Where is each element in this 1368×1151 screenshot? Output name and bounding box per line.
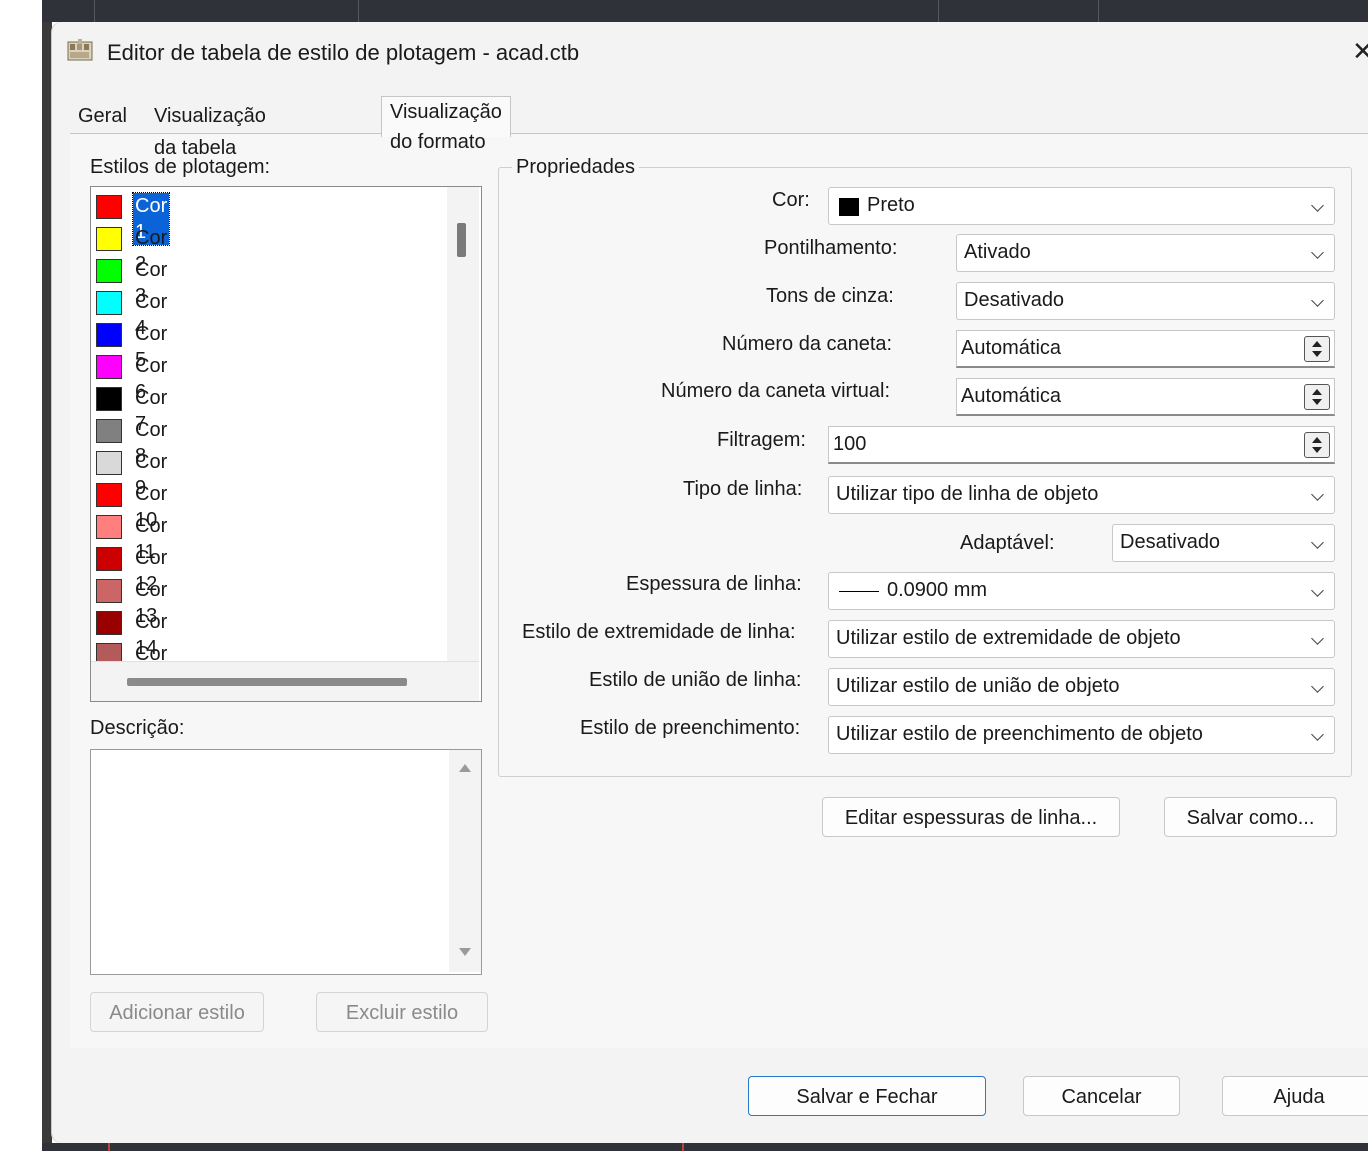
background-left (0, 0, 42, 1151)
description-scrollbar[interactable] (449, 750, 481, 972)
fill-style-value: Utilizar estilo de preenchimento de obje… (836, 723, 1203, 745)
add-style-button[interactable]: Adicionar estilo (90, 992, 264, 1032)
line-join-dropdown[interactable]: Utilizar estilo de união de objeto (828, 668, 1335, 706)
scroll-down-icon[interactable] (459, 948, 471, 956)
linetype-label: Tipo de linha: (683, 478, 803, 500)
background-bottom (42, 1143, 1368, 1151)
color-swatch (96, 579, 122, 603)
fill-style-label: Estilo de preenchimento: (580, 717, 801, 739)
color-swatch (96, 323, 122, 347)
color-swatch (96, 259, 122, 283)
horizontal-scrollbar[interactable] (91, 661, 479, 701)
color-swatch (96, 515, 122, 539)
color-swatch (96, 291, 122, 315)
lineweight-preview (839, 591, 879, 592)
pen-number-spinner[interactable]: Automática (956, 330, 1335, 368)
dithering-label: Pontilhamento: (764, 237, 898, 259)
linetype-value: Utilizar tipo de linha de objeto (836, 483, 1099, 505)
chevron-down-icon (1311, 294, 1324, 307)
delete-style-button[interactable]: Excluir estilo (316, 992, 488, 1032)
styles-label: Estilos de plotagem: (90, 156, 271, 178)
screening-value: 100 (833, 433, 867, 455)
vertical-scroll-thumb[interactable] (457, 223, 466, 257)
close-icon[interactable]: ✕ (1352, 36, 1368, 67)
lineweight-value: 0.0900 mm (887, 579, 988, 601)
chevron-down-icon (1311, 584, 1324, 597)
save-as-button[interactable]: Salvar como... (1164, 797, 1337, 837)
help-button[interactable]: Ajuda (1222, 1076, 1368, 1116)
screening-label: Filtragem: (717, 429, 806, 451)
background-top (42, 0, 1368, 22)
spinner-updown-icon[interactable] (1304, 336, 1330, 362)
color-swatch (96, 195, 122, 219)
line-end-label: Estilo de extremidade de linha: (522, 621, 796, 643)
pen-number-label: Número da caneta: (722, 333, 893, 355)
chevron-down-icon (1311, 728, 1324, 741)
tab-visualizacao-tabela[interactable]: Visualização da tabela (146, 100, 274, 159)
titlebar: Editor de tabela de estilo de plotagem -… (52, 22, 1368, 84)
color-value: Preto (867, 194, 915, 216)
description-label: Descrição: (90, 717, 185, 739)
chevron-down-icon (1311, 536, 1324, 549)
virtual-pen-value: Automática (961, 385, 1062, 407)
spinner-updown-icon[interactable] (1304, 384, 1330, 410)
line-end-value: Utilizar estilo de extremidade de objeto (836, 627, 1181, 649)
adaptive-dropdown[interactable]: Desativado (1112, 524, 1335, 562)
spinner-updown-icon[interactable] (1304, 432, 1330, 458)
line-end-dropdown[interactable]: Utilizar estilo de extremidade de objeto (828, 620, 1335, 658)
edit-lineweights-button[interactable]: Editar espessuras de linha... (822, 797, 1120, 837)
fill-style-dropdown[interactable]: Utilizar estilo de preenchimento de obje… (828, 716, 1335, 754)
linetype-dropdown[interactable]: Utilizar tipo de linha de objeto (828, 476, 1335, 514)
color-swatch (96, 387, 122, 411)
line-join-label: Estilo de união de linha: (589, 669, 802, 691)
color-swatch (96, 611, 122, 635)
color-swatch (96, 419, 122, 443)
dithering-dropdown[interactable]: Ativado (956, 234, 1335, 272)
color-swatch (96, 483, 122, 507)
plot-style-editor-dialog: Editor de tabela de estilo de plotagem -… (52, 22, 1368, 1143)
adaptive-value: Desativado (1120, 531, 1221, 553)
chevron-down-icon (1311, 632, 1324, 645)
chevron-down-icon (1311, 246, 1324, 259)
color-swatch (96, 227, 122, 251)
tab-geral[interactable]: Geral (70, 100, 135, 132)
chevron-down-icon (1311, 680, 1324, 693)
pen-number-value: Automática (961, 337, 1062, 359)
tab-visualizacao-formato[interactable]: Visualização do formato (381, 96, 511, 153)
dithering-value: Ativado (964, 241, 1031, 263)
window-title: Editor de tabela de estilo de plotagem -… (107, 40, 580, 65)
chevron-down-icon (1311, 488, 1324, 501)
virtual-pen-spinner[interactable]: Automática (956, 378, 1335, 416)
description-textarea[interactable] (90, 749, 482, 975)
line-join-value: Utilizar estilo de união de objeto (836, 675, 1120, 697)
color-swatch (839, 198, 859, 216)
screening-spinner[interactable]: 100 (828, 426, 1335, 464)
color-label: Cor: (772, 189, 810, 211)
adaptive-label: Adaptável: (960, 532, 1055, 554)
virtual-pen-label: Número da caneta virtual: (661, 380, 891, 402)
background-strip (42, 0, 52, 1151)
vertical-scrollbar[interactable] (447, 187, 479, 661)
color-dropdown[interactable]: Preto (828, 187, 1335, 225)
properties-legend: Propriedades (512, 156, 639, 179)
plot-style-app-icon (67, 39, 93, 61)
plot-styles-list[interactable]: Cor 1 Cor 2 Cor 3 Cor 4 Cor 5 Cor 6 Cor 7 Cor 8… (90, 186, 482, 702)
scroll-up-icon[interactable] (459, 764, 471, 772)
cancel-button[interactable]: Cancelar (1023, 1076, 1180, 1116)
lineweight-dropdown[interactable]: 0.0900 mm (828, 572, 1335, 610)
grayscale-dropdown[interactable]: Desativado (956, 282, 1335, 320)
color-swatch (96, 355, 122, 379)
lineweight-label: Espessura de linha: (626, 573, 802, 595)
color-swatch (96, 451, 122, 475)
color-swatch (96, 547, 122, 571)
grayscale-label: Tons de cinza: (766, 285, 894, 307)
save-close-button[interactable]: Salvar e Fechar (748, 1076, 986, 1116)
horizontal-scroll-thumb[interactable] (127, 678, 407, 686)
chevron-down-icon (1311, 199, 1324, 212)
grayscale-value: Desativado (964, 289, 1065, 311)
